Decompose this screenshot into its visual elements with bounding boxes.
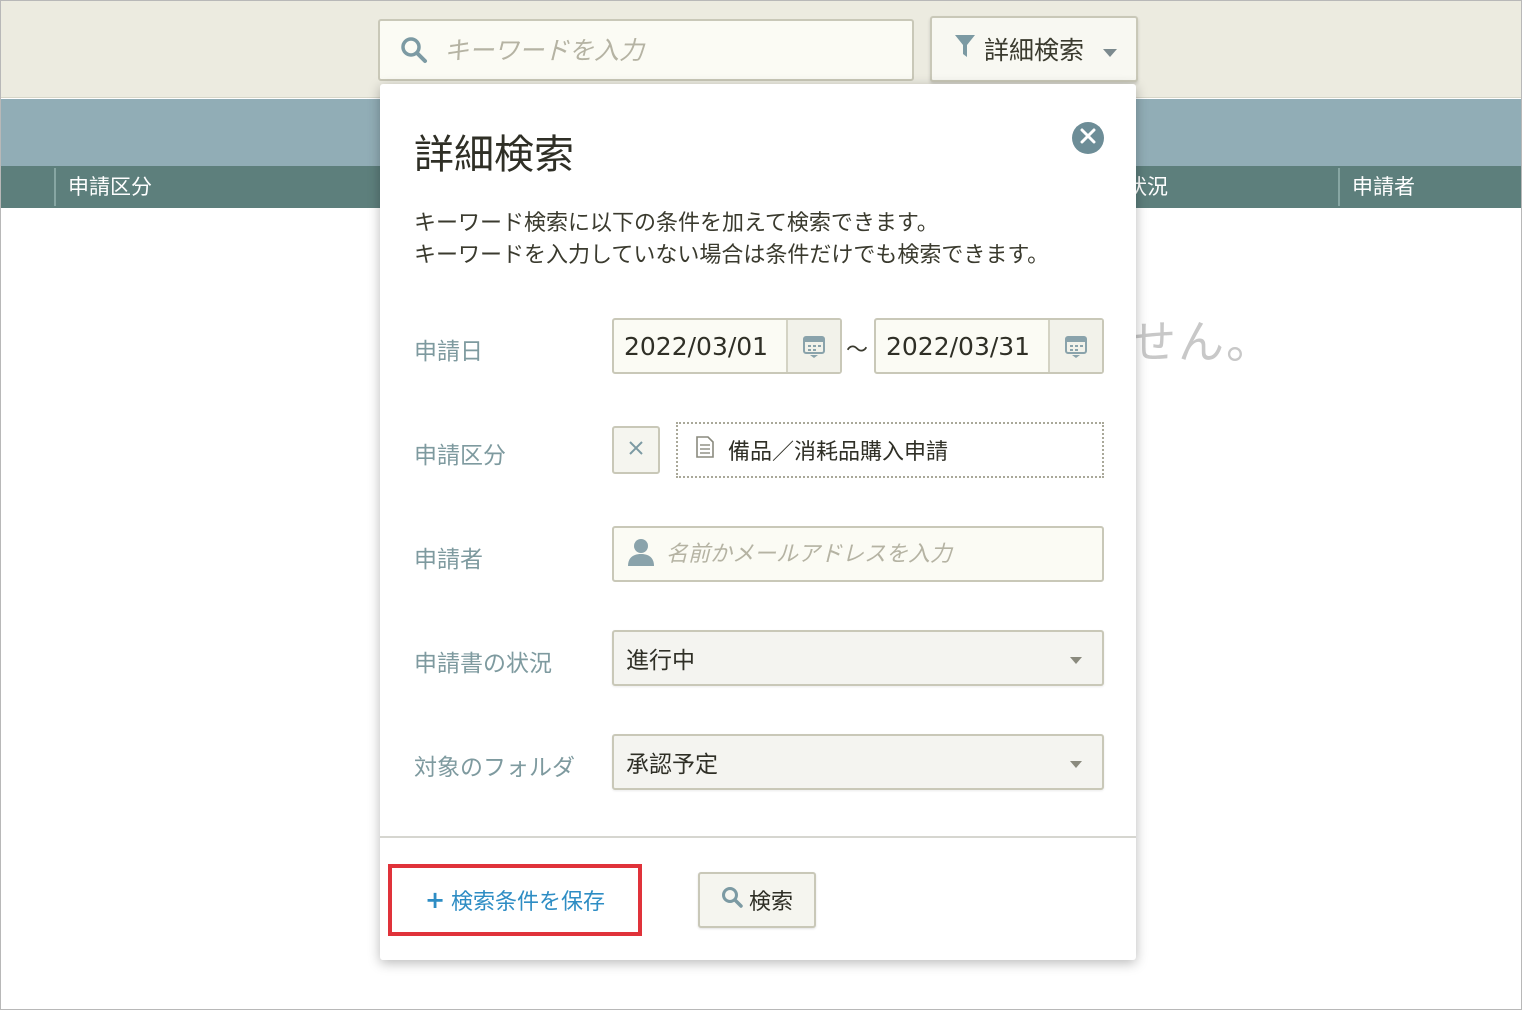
status-select[interactable]: 進行中 xyxy=(612,630,1104,686)
column-divider xyxy=(1338,168,1340,206)
search-icon xyxy=(398,34,430,66)
folder-select[interactable]: 承認予定 xyxy=(612,734,1104,790)
save-search-condition-link[interactable]: + 検索条件を保存 xyxy=(388,864,642,936)
empty-list-message: せん。 xyxy=(1130,315,1274,369)
date-to-value: 2022/03/31 xyxy=(886,331,1031,361)
chevron-down-icon xyxy=(1102,35,1118,64)
date-label: 申請日 xyxy=(414,339,483,365)
advanced-search-label: 詳細検索 xyxy=(984,36,1085,65)
chevron-down-icon xyxy=(1070,749,1082,775)
applicant-input[interactable] xyxy=(666,541,1086,567)
applicant-field[interactable] xyxy=(612,526,1104,582)
calendar-icon[interactable] xyxy=(1048,320,1102,372)
dialog-description: キーワード検索に以下の条件を加えて検索できます。 キーワードを入力していない場合… xyxy=(414,208,1114,272)
close-icon xyxy=(1080,128,1096,148)
folder-label: 対象のフォルダ xyxy=(414,755,575,781)
footer-divider xyxy=(380,836,1136,838)
keyword-search-box[interactable] xyxy=(378,19,914,81)
folder-select-value: 承認予定 xyxy=(626,752,718,778)
search-button-label: 検索 xyxy=(748,890,793,915)
date-from-field[interactable]: 2022/03/01 xyxy=(612,318,842,374)
document-icon xyxy=(696,436,714,464)
status-label: 申請書の状況 xyxy=(414,651,552,677)
description-line: キーワードを入力していない場合は条件だけでも検索できます。 xyxy=(414,243,1050,268)
dialog-title: 詳細検索 xyxy=(414,132,574,178)
advanced-search-dialog: 詳細検索 キーワード検索に以下の条件を加えて検索できます。 キーワードを入力して… xyxy=(380,84,1136,960)
keyword-input[interactable] xyxy=(444,35,884,65)
column-divider xyxy=(54,168,56,206)
description-line: キーワード検索に以下の条件を加えて検索できます。 xyxy=(414,211,939,236)
form-type-label: 申請区分 xyxy=(414,443,506,469)
date-to-field[interactable]: 2022/03/31 xyxy=(874,318,1104,374)
save-search-condition-label: 検索条件を保存 xyxy=(451,890,606,915)
date-separator: 〜 xyxy=(846,338,869,363)
chevron-down-icon xyxy=(1070,645,1082,671)
form-type-value: 備品／消耗品購入申請 xyxy=(728,440,949,465)
plus-icon: + xyxy=(424,886,446,914)
clear-form-button[interactable] xyxy=(612,426,660,474)
column-header-status[interactable]: 状況 xyxy=(1128,166,1188,208)
applicant-label: 申請者 xyxy=(414,547,483,573)
filter-icon xyxy=(954,33,976,65)
user-icon xyxy=(626,537,656,571)
column-header-form[interactable]: 申請区分 xyxy=(68,166,152,208)
search-button[interactable]: 検索 xyxy=(698,872,816,928)
column-header-applicant[interactable]: 申請者 xyxy=(1352,166,1415,208)
advanced-search-button[interactable]: 詳細検索 xyxy=(930,16,1138,82)
calendar-icon[interactable] xyxy=(786,320,840,372)
form-type-selector[interactable]: 備品／消耗品購入申請 xyxy=(676,422,1104,478)
close-icon xyxy=(628,440,644,460)
date-from-value: 2022/03/01 xyxy=(624,331,769,361)
status-select-value: 進行中 xyxy=(626,648,695,674)
close-button[interactable] xyxy=(1072,122,1104,154)
search-icon xyxy=(721,886,743,914)
